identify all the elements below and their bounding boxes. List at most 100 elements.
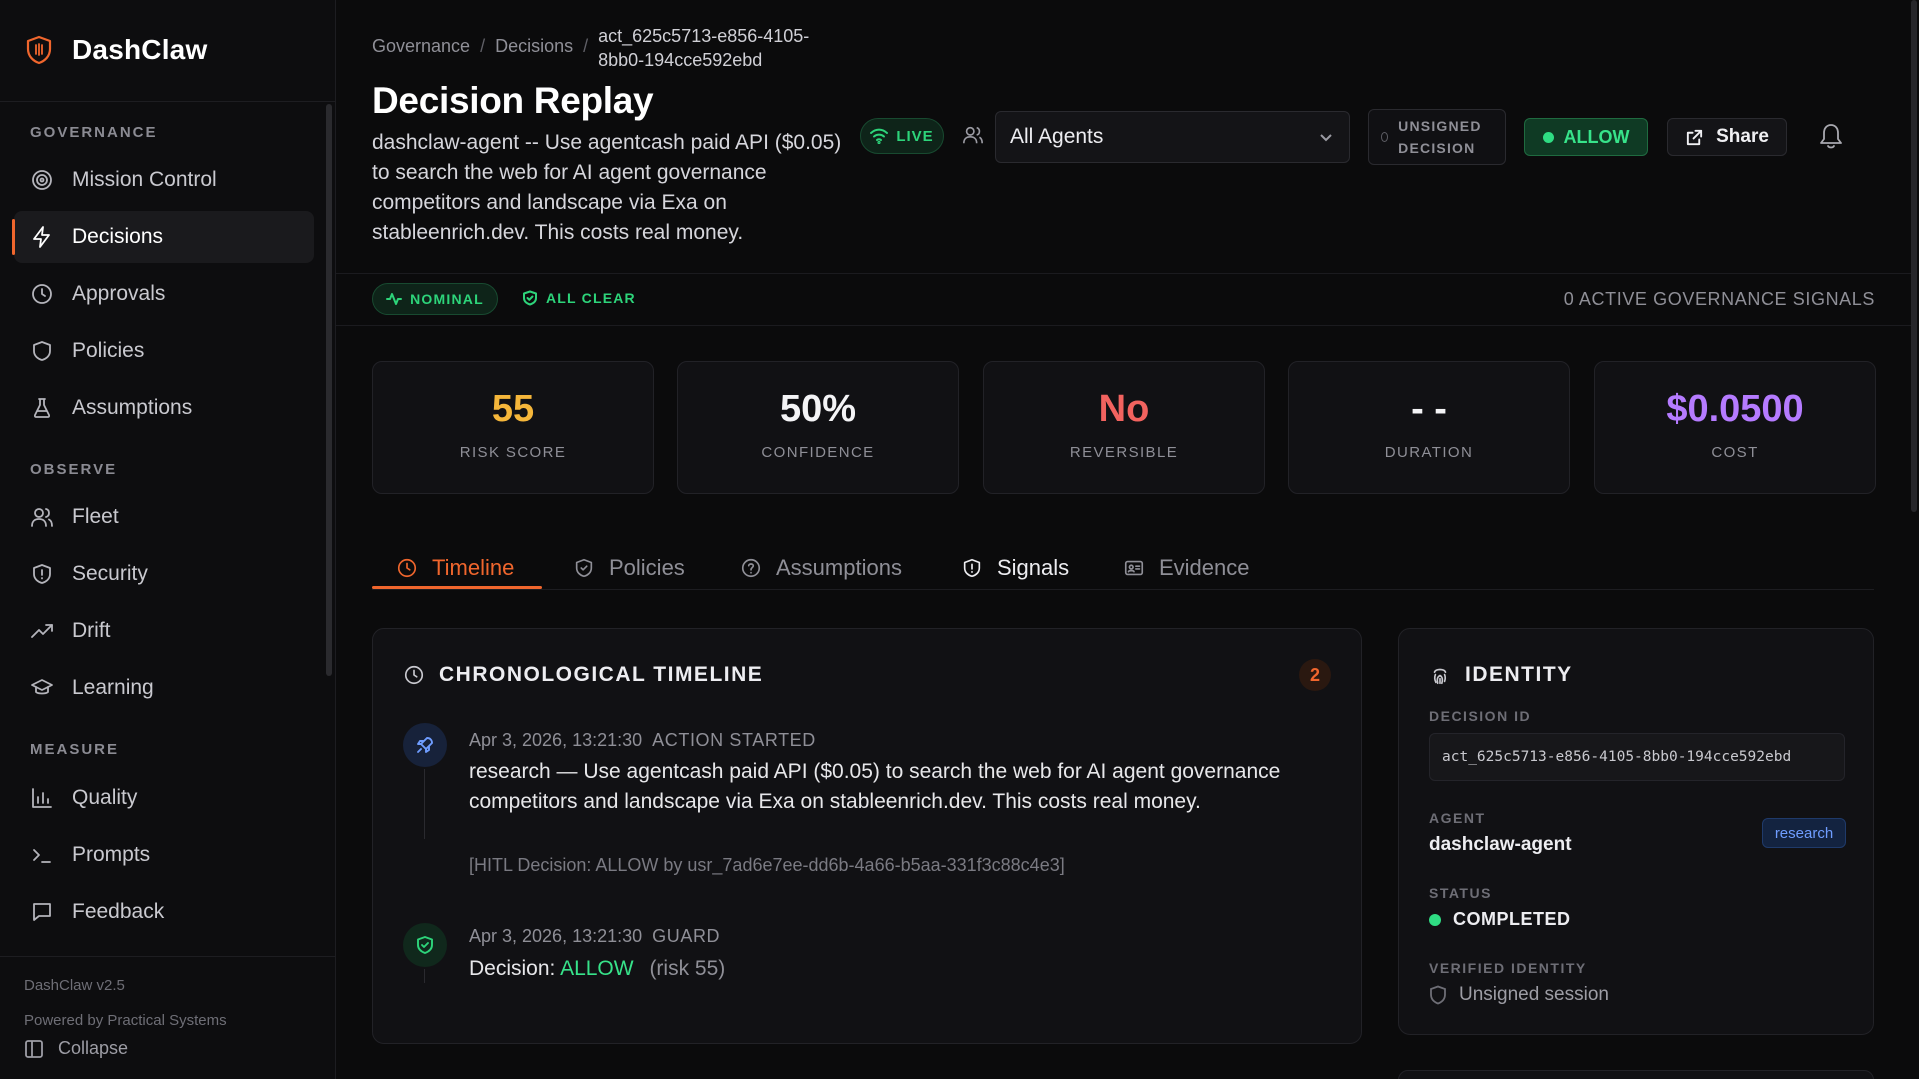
shield-logo-icon: [26, 35, 52, 65]
timeline-connector: [424, 969, 425, 983]
decision-prefix: Decision:: [469, 957, 556, 980]
event-meta: Apr 3, 2026, 13:21:30 ACTION STARTED: [469, 730, 816, 751]
tab-policies[interactable]: Policies: [573, 546, 685, 590]
tab-timeline[interactable]: Timeline: [396, 546, 514, 590]
breadcrumb-separator: /: [480, 36, 486, 56]
tab-evidence[interactable]: Evidence: [1123, 546, 1250, 590]
status-dot-icon: [1429, 913, 1441, 926]
sidebar-item-learning[interactable]: Learning: [14, 662, 314, 714]
trending-up-icon: [31, 624, 53, 638]
status-badge: COMPLETED: [1429, 909, 1571, 930]
sidebar-item-mission-control[interactable]: Mission Control: [14, 154, 314, 206]
divider: [0, 101, 335, 102]
sidebar-item-assumptions[interactable]: Assumptions: [14, 382, 314, 434]
sidebar-item-prompts[interactable]: Prompts: [14, 829, 314, 881]
sidebar: DashClaw GOVERNANCE Mission Control Deci…: [0, 0, 336, 1079]
page-description: dashclaw-agent -- Use agentcash paid API…: [372, 131, 842, 244]
metric-value: 55: [491, 388, 535, 430]
collapse-button[interactable]: Collapse: [24, 1038, 128, 1059]
event-kind: GUARD: [652, 926, 721, 946]
verified-identity: Unsigned session: [1429, 984, 1609, 1006]
sidebar-item-label: Approvals: [72, 282, 166, 305]
sidebar-item-label: Prompts: [72, 843, 151, 866]
decision-value: ALLOW: [560, 957, 634, 980]
event-timestamp: Apr 3, 2026, 13:21:30: [469, 730, 643, 750]
event-timestamp: Apr 3, 2026, 13:21:30: [469, 926, 643, 946]
metric-cost: $0.0500 COST: [1594, 361, 1876, 494]
main-scrollbar[interactable]: [1911, 0, 1917, 512]
decision-id-label: DECISION ID: [1429, 708, 1532, 724]
chevron-down-icon: [1317, 128, 1335, 152]
status-dot-icon: [1542, 131, 1554, 143]
agents-filter-icon: [962, 124, 984, 151]
shield-alert-icon: [33, 564, 51, 584]
event-kind: ACTION STARTED: [652, 730, 816, 750]
sidebar-item-drift[interactable]: Drift: [14, 605, 314, 657]
brand-name: DashClaw: [72, 34, 208, 65]
sidebar-item-label: Assumptions: [72, 396, 193, 419]
nav-section-governance: GOVERNANCE: [30, 124, 158, 141]
timeline-title-text: CHRONOLOGICAL TIMELINE: [439, 663, 764, 686]
active-signals-count: 0 ACTIVE GOVERNANCE SIGNALS: [1563, 289, 1875, 309]
status-dot-icon: [1381, 132, 1389, 142]
notifications-button[interactable]: [1818, 122, 1844, 155]
event-decision: Decision: ALLOW (risk 55): [469, 957, 725, 981]
all-clear-label: ALL CLEAR: [546, 290, 636, 306]
metric-value: - -: [1411, 388, 1447, 430]
tab-label: Assumptions: [776, 555, 902, 580]
tab-signals[interactable]: Signals: [961, 546, 1069, 590]
tab-label: Signals: [997, 555, 1070, 580]
metric-risk-score: 55 RISK SCORE: [372, 361, 654, 494]
live-indicator: LIVE: [860, 118, 944, 154]
next-card: [1398, 1070, 1874, 1079]
breadcrumb-decisions[interactable]: Decisions: [495, 24, 573, 57]
status-label: STATUS: [1429, 885, 1492, 901]
decision-id-value[interactable]: act_625c5713-e856-4105-8bb0-194cce592ebd: [1429, 733, 1845, 781]
verdict-allow-badge[interactable]: ALLOW: [1524, 118, 1648, 156]
agent-select-value: All Agents: [1010, 125, 1104, 148]
sidebar-item-label: Policies: [72, 339, 145, 362]
agent-label: AGENT: [1429, 810, 1486, 826]
bar-chart-icon: [32, 788, 52, 808]
sidebar-item-policies[interactable]: Policies: [14, 325, 314, 377]
metric-label: RISK SCORE: [459, 444, 567, 461]
metric-label: REVERSIBLE: [1069, 444, 1179, 461]
sidebar-item-feedback[interactable]: Feedback: [14, 886, 314, 938]
metric-value: 50%: [779, 388, 857, 430]
breadcrumb-governance[interactable]: Governance: [372, 24, 470, 57]
event-count-badge: 2: [1299, 659, 1331, 691]
metric-reversible: No REVERSIBLE: [983, 361, 1265, 494]
wifi-icon: [870, 128, 889, 144]
sidebar-item-label: Security: [72, 562, 148, 585]
timeline-connector: [424, 769, 425, 839]
tab-assumptions[interactable]: Assumptions: [740, 546, 902, 590]
unsigned-decision-badge[interactable]: UNSIGNED DECISION: [1368, 109, 1506, 165]
decision-risk: (risk 55): [649, 957, 726, 980]
users-icon: [31, 508, 53, 527]
agent-select[interactable]: All Agents: [995, 111, 1350, 163]
sidebar-scrollbar[interactable]: [326, 104, 332, 676]
version-text: DashClaw v2.5: [24, 977, 125, 994]
sidebar-item-security[interactable]: Security: [14, 548, 314, 600]
metric-label: CONFIDENCE: [761, 444, 875, 461]
sidebar-item-decisions[interactable]: Decisions: [12, 211, 314, 263]
agent-tag[interactable]: research: [1762, 818, 1846, 848]
breadcrumb-separator: /: [583, 36, 589, 56]
event-note: [HITL Decision: ALLOW by usr_7ad6e7ee-dd…: [469, 855, 1065, 875]
divider: [0, 956, 335, 957]
sidebar-item-fleet[interactable]: Fleet: [14, 491, 314, 543]
metric-value: $0.0500: [1666, 388, 1804, 430]
shield-alert-icon: [963, 558, 981, 578]
share-button[interactable]: Share: [1667, 118, 1787, 156]
divider: [336, 325, 1911, 326]
rocket-icon: [417, 737, 433, 753]
brand[interactable]: DashClaw: [26, 34, 207, 66]
verified-identity-label: VERIFIED IDENTITY: [1429, 960, 1587, 976]
verdict-label: ALLOW: [1563, 126, 1630, 147]
identity-title: IDENTITY: [1429, 663, 1573, 687]
help-circle-icon: [741, 558, 761, 578]
sidebar-item-approvals[interactable]: Approvals: [14, 268, 314, 320]
clock-icon: [404, 665, 424, 685]
flask-icon: [33, 398, 51, 418]
sidebar-item-quality[interactable]: Quality: [14, 772, 314, 824]
